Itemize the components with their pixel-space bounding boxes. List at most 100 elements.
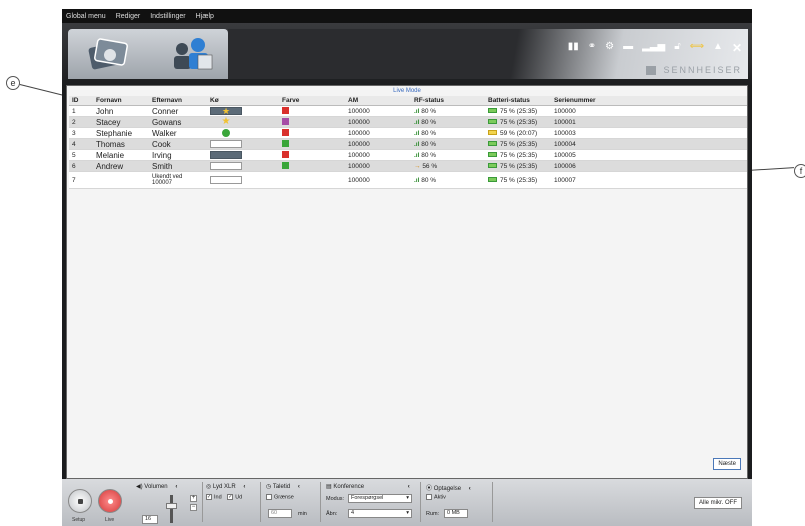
record-icon: [108, 499, 113, 504]
volume-label: Volumen: [144, 484, 168, 490]
lyd-group: ◎ Lyd XLR ‹: [206, 483, 245, 490]
lock-icon[interactable]: 🔓︎: [674, 41, 680, 55]
live-label: Live: [105, 517, 115, 523]
logo-mark-icon: [645, 66, 656, 76]
cell-id: 5: [69, 149, 93, 161]
menu-indstillinger[interactable]: Indstillinger: [150, 13, 185, 20]
collapse-arrow-icon[interactable]: ‹: [408, 484, 410, 490]
abn-select[interactable]: 4 ▾: [348, 509, 412, 518]
batt-value: 75 % (25:35): [500, 140, 538, 148]
cell-last: Cook: [149, 138, 207, 150]
cell-id: 3: [69, 127, 93, 139]
devices-icon[interactable]: [86, 35, 130, 75]
cell-am: 100000: [345, 171, 411, 189]
table-row[interactable]: 2 Stacey Gowans ★ 100000 .ıl 80 % 75 % (…: [69, 116, 747, 128]
settings-icon[interactable]: ⚙: [605, 41, 614, 55]
rf-value: 80 %: [421, 176, 437, 184]
cell-first: Melanie: [93, 149, 149, 161]
col-fornavn[interactable]: Fornavn: [93, 96, 149, 106]
abn-label: Åbn:: [326, 511, 338, 517]
volume-plus-button[interactable]: +: [190, 495, 197, 502]
rf-bars-icon: .ıl: [414, 176, 420, 184]
col-efternavn[interactable]: Efternavn: [149, 96, 207, 106]
close-icon[interactable]: ✕: [732, 41, 742, 55]
live-button[interactable]: [98, 489, 122, 513]
rf-bars-icon: .ıl: [414, 107, 420, 115]
konference-label: Konference: [333, 484, 365, 490]
sennheiser-logo: SENNHEISER: [645, 65, 742, 76]
setup-button[interactable]: [68, 489, 92, 513]
queue-box: [210, 162, 242, 170]
modus-select[interactable]: Forespørgsel ▾: [348, 494, 412, 503]
next-button[interactable]: Næste: [713, 458, 741, 470]
record-circle-icon: ⦿: [426, 486, 433, 492]
menu-global[interactable]: Global menu: [66, 13, 106, 20]
ind-checkbox[interactable]: ✓: [206, 494, 212, 500]
collapse-arrow-icon[interactable]: ‹: [298, 484, 300, 490]
clock-icon: ◷: [266, 484, 272, 490]
graense-input[interactable]: 60: [268, 509, 292, 518]
volume-value[interactable]: 16: [142, 515, 158, 524]
rf-value: 80 %: [421, 129, 437, 137]
graense-label: Grænse: [274, 494, 294, 501]
conference-icon: ▤: [326, 484, 332, 490]
taletid-label: Taletid: [272, 484, 291, 490]
table-row[interactable]: 7 Ukendt ved 100007 100000 .ıl 80 % 75 %…: [69, 171, 747, 189]
col-farve[interactable]: Farve: [279, 96, 345, 106]
table-row[interactable]: 5 Melanie Irving 100000 .ıl 80 % 75 % (2…: [69, 149, 747, 161]
rf-bars-icon: .ıl: [414, 151, 420, 159]
table-row[interactable]: 6 Andrew Smith 100000 → 56 % 75 % (25:35…: [69, 160, 747, 172]
collapse-arrow-icon[interactable]: ‹: [469, 486, 471, 492]
col-am[interactable]: AM: [345, 96, 411, 106]
min-label: min: [298, 511, 307, 517]
cell-batt: 75 % (25:35): [485, 160, 551, 172]
aktiv-label: Aktiv: [434, 494, 446, 501]
batt-value: 59 % (20:07): [500, 129, 538, 137]
batt-value: 75 % (25:35): [500, 151, 538, 159]
cell-batt: 59 % (20:07): [485, 127, 551, 139]
volume-slider-handle[interactable]: [166, 503, 177, 509]
cell-color: [279, 138, 345, 150]
graense-row: Grænse: [266, 494, 294, 500]
cell-am: 100000: [345, 149, 411, 161]
menu-hjaelp[interactable]: Hjælp: [196, 13, 214, 20]
col-rf[interactable]: RF-status: [411, 96, 485, 106]
col-id[interactable]: ID: [69, 96, 93, 106]
col-serienummer[interactable]: Serienummer: [551, 96, 747, 106]
table-row[interactable]: 4 Thomas Cook 100000 .ıl 80 % 75 % (25:3…: [69, 138, 747, 150]
ud-checkbox[interactable]: ✓: [227, 494, 234, 500]
cell-rf: .ıl 80 %: [411, 116, 485, 128]
volume-minus-button[interactable]: −: [190, 504, 197, 511]
col-batteri[interactable]: Batteri-status: [485, 96, 551, 106]
aktiv-checkbox[interactable]: [426, 494, 432, 500]
cell-last: Irving: [149, 149, 207, 161]
volume-slider[interactable]: [170, 495, 173, 523]
app-window: Global menu Rediger Indstillinger Hjælp …: [62, 9, 752, 526]
setup-label: Setup: [72, 517, 86, 523]
collapse-arrow-icon[interactable]: ‹: [175, 484, 177, 490]
table-row[interactable]: 3 Stephanie Walker 100000 .ıl 80 % 59 % …: [69, 127, 747, 139]
rum-label: Rum:: [426, 511, 440, 517]
cell-color: [279, 160, 345, 172]
queue-star-icon: ★: [210, 107, 242, 116]
link-icon: ⚭: [587, 41, 597, 52]
participants-icon[interactable]: [168, 35, 218, 75]
col-koe[interactable]: Kø: [207, 96, 279, 106]
table-row[interactable]: 1 John Conner ★ 100000 .ıl 80 % 75 % (25…: [69, 105, 747, 117]
graense-checkbox[interactable]: [266, 494, 272, 500]
cell-serial: 100004: [551, 138, 747, 150]
all-mics-off-button[interactable]: Alle mikr. OFF: [693, 497, 742, 509]
chevron-down-icon: ▾: [406, 510, 409, 516]
color-swatch: [282, 140, 289, 148]
swap-icon[interactable]: ⟺: [690, 41, 704, 55]
callout-f: f: [794, 164, 805, 178]
rum-value: 0 MB: [444, 509, 468, 518]
taletid-group: ◷ Taletid ‹: [266, 483, 300, 490]
device-table: ID Fornavn Efternavn Kø Farve AM RF-stat…: [69, 96, 747, 189]
cell-serial: 100000: [551, 105, 747, 117]
rf-bars-icon: .ıl: [414, 118, 420, 126]
collapse-arrow-icon[interactable]: ‹: [243, 484, 245, 490]
menu-rediger[interactable]: Rediger: [116, 13, 141, 20]
battery-icon: [488, 141, 497, 147]
modus-label: Modus:: [326, 496, 345, 502]
